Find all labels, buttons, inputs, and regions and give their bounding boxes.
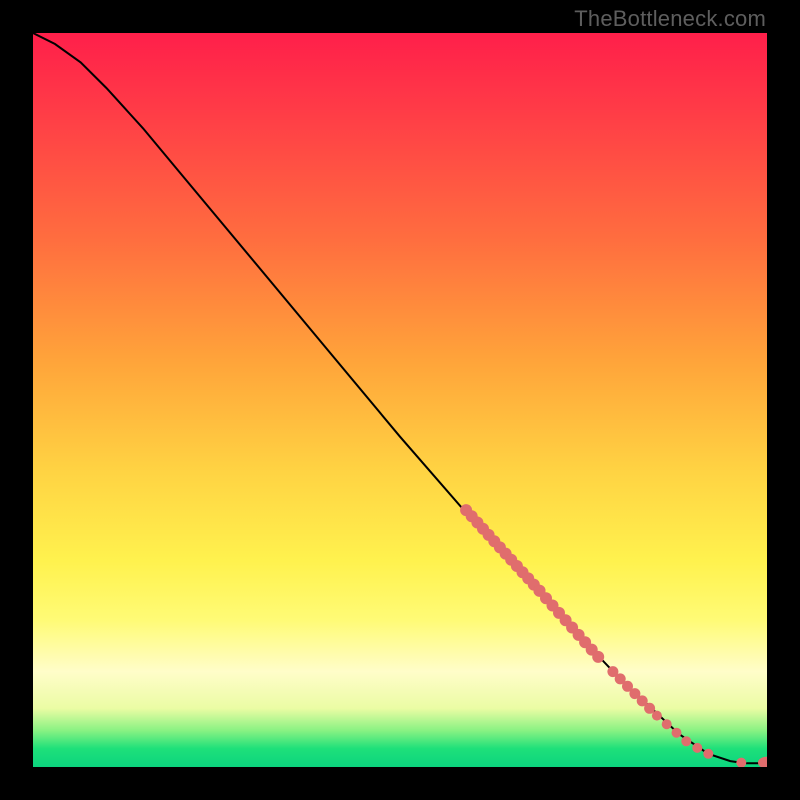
plot-background-gradient <box>33 33 767 767</box>
chart-frame: TheBottleneck.com <box>0 0 800 800</box>
watermark-text: TheBottleneck.com <box>574 6 766 32</box>
